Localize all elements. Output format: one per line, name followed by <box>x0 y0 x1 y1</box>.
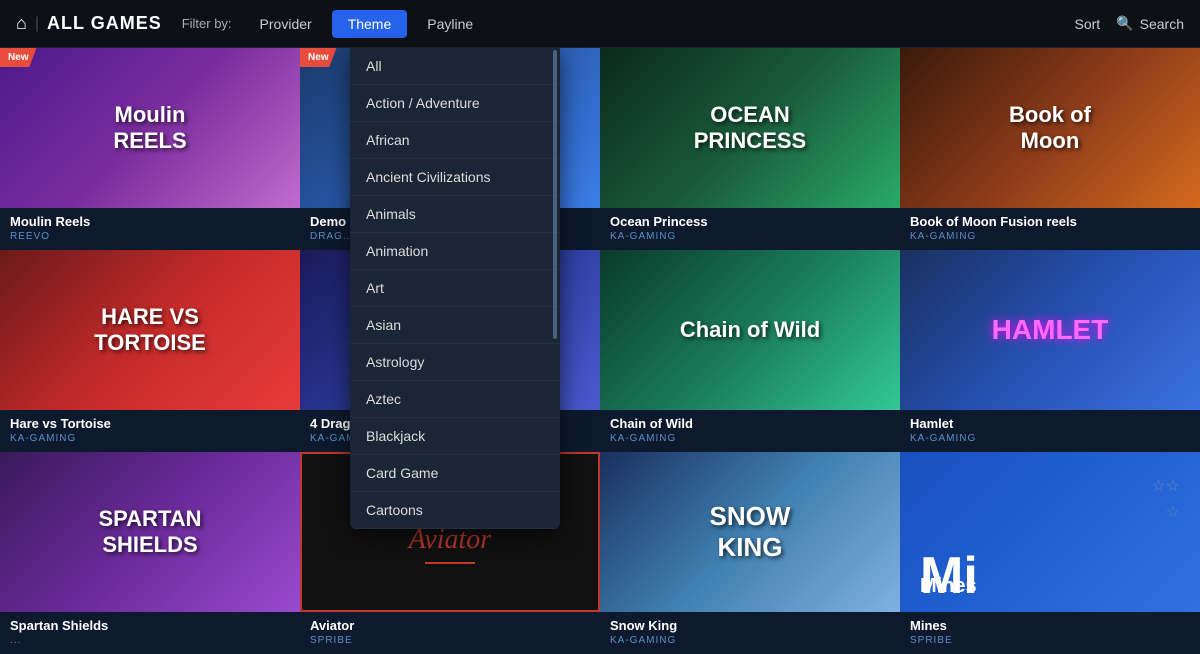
dropdown-item-card-game[interactable]: Card Game <box>350 455 560 492</box>
game-title: Mines <box>910 618 1190 633</box>
game-title: Aviator <box>310 618 590 633</box>
game-image-text: HAMLET <box>984 306 1117 354</box>
game-card-info: Spartan Shields ... <box>0 612 300 654</box>
dropdown-item-action-adventure[interactable]: Action / Adventure <box>350 85 560 122</box>
home-icon[interactable]: ⌂ <box>16 13 27 34</box>
game-title: Snow King <box>610 618 890 633</box>
theme-dropdown: All Action / Adventure African Ancient C… <box>350 48 560 529</box>
filter-tabs: Provider Theme Payline <box>244 10 490 38</box>
logo: ALL GAMES <box>47 13 162 34</box>
game-provider: REEVO <box>10 231 290 242</box>
game-image-text: OCEANPRINCESS <box>686 94 814 162</box>
game-title: Chain of Wild <box>610 416 890 431</box>
game-provider: KA-GAMING <box>910 231 1190 242</box>
game-card-info: Hamlet KA-GAMING <box>900 410 1200 452</box>
game-card-info: Snow King KA-GAMING <box>600 612 900 654</box>
game-image-text: HARE VSTORTOISE <box>86 296 214 364</box>
game-card-hare-tortoise[interactable]: HARE VSTORTOISE Hare vs Tortoise KA-GAMI… <box>0 250 300 452</box>
sort-button[interactable]: Sort <box>1075 16 1101 32</box>
game-card-info: Chain of Wild KA-GAMING <box>600 410 900 452</box>
game-card-mines[interactable]: Mi ☆☆ ☆ Mines Mines SPRIBE <box>900 452 1200 654</box>
filter-label: Filter by: <box>182 16 232 31</box>
dropdown-item-all[interactable]: All <box>350 48 560 85</box>
dropdown-item-ancient-civilizations[interactable]: Ancient Civilizations <box>350 159 560 196</box>
dropdown-item-african[interactable]: African <box>350 122 560 159</box>
game-provider: KA-GAMING <box>10 433 290 444</box>
game-title: Book of Moon Fusion reels <box>910 214 1190 229</box>
dropdown-item-astrology[interactable]: Astrology <box>350 344 560 381</box>
game-image-text: Book ofMoon <box>1001 94 1099 162</box>
game-provider: KA-GAMING <box>610 231 890 242</box>
game-card-snow-king[interactable]: SNOWKING Snow King KA-GAMING <box>600 452 900 654</box>
game-title: Moulin Reels <box>10 214 290 229</box>
header: ⌂ | ALL GAMES Filter by: Provider Theme … <box>0 0 1200 48</box>
dropdown-item-animation[interactable]: Animation <box>350 233 560 270</box>
game-image-text: Chain of Wild <box>672 309 828 351</box>
search-icon: 🔍 <box>1116 15 1133 32</box>
dropdown-scrollbar[interactable] <box>553 50 557 339</box>
game-provider: ... <box>10 635 290 646</box>
game-card-info: Ocean Princess KA-GAMING <box>600 208 900 250</box>
dropdown-item-asian[interactable]: Asian <box>350 307 560 344</box>
game-card-moulin-reels[interactable]: MoulinREELS New Moulin Reels REEVO <box>0 48 300 250</box>
search-button[interactable]: 🔍 Search <box>1116 15 1184 32</box>
game-provider: KA-GAMING <box>610 635 890 646</box>
dropdown-item-blackjack[interactable]: Blackjack <box>350 418 560 455</box>
game-card-info: Mines SPRIBE <box>900 612 1200 654</box>
dropdown-item-animals[interactable]: Animals <box>350 196 560 233</box>
game-provider: SPRIBE <box>310 635 590 646</box>
tab-payline[interactable]: Payline <box>411 10 489 38</box>
game-card-chain-of-wild[interactable]: Chain of Wild Chain of Wild KA-GAMING <box>600 250 900 452</box>
game-card-book-of-moon[interactable]: Book ofMoon Book of Moon Fusion reels KA… <box>900 48 1200 250</box>
header-right: Sort 🔍 Search <box>1075 15 1184 32</box>
game-provider: KA-GAMING <box>610 433 890 444</box>
game-card-hamlet[interactable]: HAMLET Hamlet KA-GAMING <box>900 250 1200 452</box>
tab-theme[interactable]: Theme <box>332 10 408 38</box>
main-content: MoulinREELS New Moulin Reels REEVO Demo … <box>0 48 1200 654</box>
game-card-info: Aviator SPRIBE <box>300 612 600 654</box>
game-title: Ocean Princess <box>610 214 890 229</box>
game-grid: MoulinREELS New Moulin Reels REEVO Demo … <box>0 48 1200 654</box>
dropdown-item-art[interactable]: Art <box>350 270 560 307</box>
game-provider: KA-GAMING <box>910 433 1190 444</box>
game-image-text: MoulinREELS <box>105 94 194 162</box>
dropdown-item-cartoons[interactable]: Cartoons <box>350 492 560 529</box>
game-image-text: SNOWKING <box>702 493 799 571</box>
separator: | <box>35 15 39 33</box>
game-title: Hare vs Tortoise <box>10 416 290 431</box>
game-card-spartan-shields[interactable]: SPARTANSHIELDS Spartan Shields ... <box>0 452 300 654</box>
mines-label: Mines <box>920 575 977 598</box>
game-card-info: Hare vs Tortoise KA-GAMING <box>0 410 300 452</box>
tab-provider[interactable]: Provider <box>244 10 328 38</box>
dropdown-item-aztec[interactable]: Aztec <box>350 381 560 418</box>
game-card-info: Moulin Reels REEVO <box>0 208 300 250</box>
game-image-text: SPARTANSHIELDS <box>90 498 209 566</box>
game-card-info: Book of Moon Fusion reels KA-GAMING <box>900 208 1200 250</box>
game-card-ocean-princess[interactable]: OCEANPRINCESS Ocean Princess KA-GAMING <box>600 48 900 250</box>
game-title: Spartan Shields <box>10 618 290 633</box>
game-title: Hamlet <box>910 416 1190 431</box>
game-provider: SPRIBE <box>910 635 1190 646</box>
